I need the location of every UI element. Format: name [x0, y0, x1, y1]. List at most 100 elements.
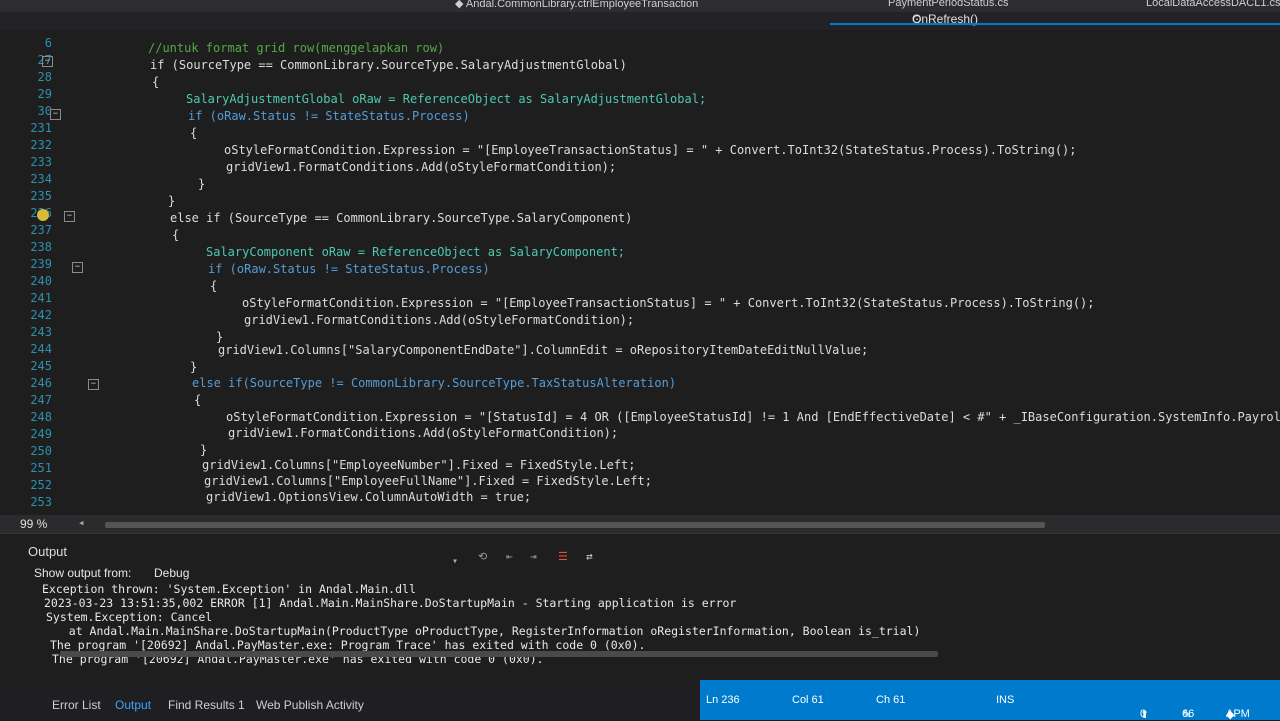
line-number: 6 — [44, 36, 52, 50]
line-number: 238 — [30, 240, 52, 254]
line-number: 237 — [30, 223, 52, 237]
publish-count: 0 — [1140, 708, 1147, 720]
tab-output[interactable]: Output — [115, 698, 151, 712]
editor-horizontal-scrollbar[interactable]: 99 % ◂ — [0, 515, 1280, 533]
code-line: { — [152, 75, 160, 89]
active-tab-indicator — [830, 23, 1280, 25]
code-line: { — [190, 126, 198, 140]
chevron-down-icon[interactable]: ▾ — [452, 556, 458, 567]
status-char[interactable]: Ch 61 — [876, 694, 905, 706]
lightbulb-icon[interactable] — [37, 209, 49, 221]
line-number: 240 — [30, 274, 52, 288]
tab-find-results[interactable]: Find Results 1 — [168, 698, 245, 712]
output-scrollbar-thumb[interactable] — [60, 651, 938, 657]
zoom-level[interactable]: 99 % — [20, 517, 47, 531]
line-number: 251 — [30, 461, 52, 475]
code-editor[interactable]: 6 27 28 29 30 231 232 233 234 235 236 23… — [0, 30, 1280, 515]
code-line: else if(SourceType != CommonLibrary.Sour… — [192, 376, 677, 390]
code-line: } — [200, 443, 208, 457]
clear-all-icon[interactable]: ☰ — [558, 550, 572, 564]
code-line: gridView1.OptionsView.ColumnAutoWidth = … — [206, 490, 532, 504]
status-bar: Ln 236 Col 61 Ch 61 INS ⬆ 0 ✎ 66 ◆ APM — [700, 680, 1280, 721]
line-number: 235 — [30, 189, 52, 203]
code-line: gridView1.FormatConditions.Add(oStyleFor… — [228, 426, 619, 440]
line-number: 253 — [30, 495, 52, 509]
tab-ctrl-employee-transaction[interactable]: ◆ Andal.CommonLibrary.ctrlEmployeeTransa… — [455, 0, 698, 10]
tool-window-tabs: Error List Output Find Results 1 Web Pub… — [0, 680, 700, 720]
output-line: Exception thrown: 'System.Exception' in … — [42, 582, 416, 596]
line-number: 243 — [30, 325, 52, 339]
line-number: 233 — [30, 155, 52, 169]
line-number: 245 — [30, 359, 52, 373]
line-number: 247 — [30, 393, 52, 407]
code-line: oStyleFormatCondition.Expression = "[Sta… — [226, 410, 1280, 424]
collapse-icon[interactable]: − — [50, 109, 61, 120]
collapse-icon[interactable]: − — [72, 262, 83, 273]
output-line: at Andal.Main.MainShare.DoStartupMain(Pr… — [48, 624, 921, 638]
line-number: 244 — [30, 342, 52, 356]
scrollbar-thumb[interactable] — [105, 522, 1045, 528]
tab-local-data-access[interactable]: LocalDataAccessDACL1.cs — [1146, 0, 1280, 9]
navigation-bar: ⊙ OnRefresh() — [0, 12, 1280, 30]
find-message-icon[interactable]: ⟲ — [478, 550, 492, 564]
line-number: 231 — [30, 121, 52, 135]
line-number: 232 — [30, 138, 52, 152]
code-line: gridView1.Columns["EmployeeFullName"].Fi… — [204, 474, 652, 488]
line-number: 29 — [37, 87, 52, 101]
tab-payment-period-status[interactable]: PaymentPeriodStatus.cs — [888, 0, 1008, 9]
status-insert-mode[interactable]: INS — [996, 694, 1014, 706]
next-message-icon[interactable]: ⇥ — [530, 550, 544, 564]
output-source-dropdown[interactable]: Debug — [154, 566, 189, 580]
line-number: 252 — [30, 478, 52, 492]
line-number: 249 — [30, 427, 52, 441]
code-line: gridView1.FormatConditions.Add(oStyleFor… — [226, 160, 617, 174]
code-line: if (oRaw.Status != StateStatus.Process) — [188, 109, 470, 123]
code-line: oStyleFormatCondition.Expression = "[Emp… — [224, 143, 1077, 157]
status-column[interactable]: Col 61 — [792, 694, 824, 706]
code-line: oStyleFormatCondition.Expression = "[Emp… — [242, 296, 1095, 310]
output-line: The program '[20692] Andal.PayMaster.exe… — [50, 638, 646, 652]
line-number: 234 — [30, 172, 52, 186]
output-title: Output — [28, 544, 68, 559]
code-line: } — [168, 194, 176, 208]
line-number: 28 — [37, 70, 52, 84]
line-number: 242 — [30, 308, 52, 322]
scroll-left-icon[interactable]: ◂ — [78, 516, 85, 529]
previous-message-icon[interactable]: ⇤ — [506, 550, 520, 564]
tab-error-list[interactable]: Error List — [52, 698, 101, 712]
code-line: { — [194, 393, 202, 407]
line-number: 246 — [30, 376, 52, 390]
status-line[interactable]: Ln 236 — [706, 694, 740, 706]
show-output-from-label: Show output from: — [34, 566, 132, 580]
code-line: if (oRaw.Status != StateStatus.Process) — [208, 262, 490, 276]
branch-name: APM — [1226, 708, 1250, 720]
code-line: { — [210, 279, 218, 293]
code-line: SalaryAdjustmentGlobal oRaw = ReferenceO… — [186, 92, 707, 106]
code-comment: //untuk format grid row(menggelapkan row… — [148, 41, 445, 55]
line-number: 30 — [37, 104, 52, 118]
pending-count: 66 — [1182, 708, 1195, 720]
class-icon: ◆ — [455, 0, 466, 10]
tab-label: Andal.CommonLibrary.ctrlEmployeeTransact… — [465, 0, 699, 10]
code-line: } — [198, 177, 206, 191]
code-line: } — [190, 360, 198, 374]
code-line: } — [216, 330, 224, 344]
code-line: if (SourceType == CommonLibrary.SourceTy… — [150, 58, 627, 72]
collapse-icon[interactable]: − — [42, 56, 53, 67]
line-number: 250 — [30, 444, 52, 458]
code-line-current: else if (SourceType == CommonLibrary.Sou… — [170, 211, 633, 225]
code-line: gridView1.Columns["EmployeeNumber"].Fixe… — [202, 458, 636, 472]
code-line: { — [172, 228, 180, 242]
word-wrap-icon[interactable]: ⇄ — [586, 550, 600, 564]
output-line: 2023-03-23 13:51:35,002 ERROR [1] Andal.… — [44, 596, 737, 610]
output-panel: Output Show output from: Debug ▾ ⟲ ⇤ ⇥ ☰… — [0, 533, 1280, 681]
code-line: gridView1.Columns["SalaryComponentEndDat… — [218, 343, 869, 357]
collapse-icon[interactable]: − — [88, 379, 99, 390]
code-line: gridView1.FormatConditions.Add(oStyleFor… — [244, 313, 635, 327]
line-number: 239 — [30, 257, 52, 271]
tab-web-publish-activity[interactable]: Web Publish Activity — [256, 698, 364, 712]
output-line: System.Exception: Cancel — [46, 610, 213, 624]
line-number: 241 — [30, 291, 52, 305]
collapse-icon[interactable]: − — [64, 211, 75, 222]
code-line: SalaryComponent oRaw = ReferenceObject a… — [206, 245, 626, 259]
